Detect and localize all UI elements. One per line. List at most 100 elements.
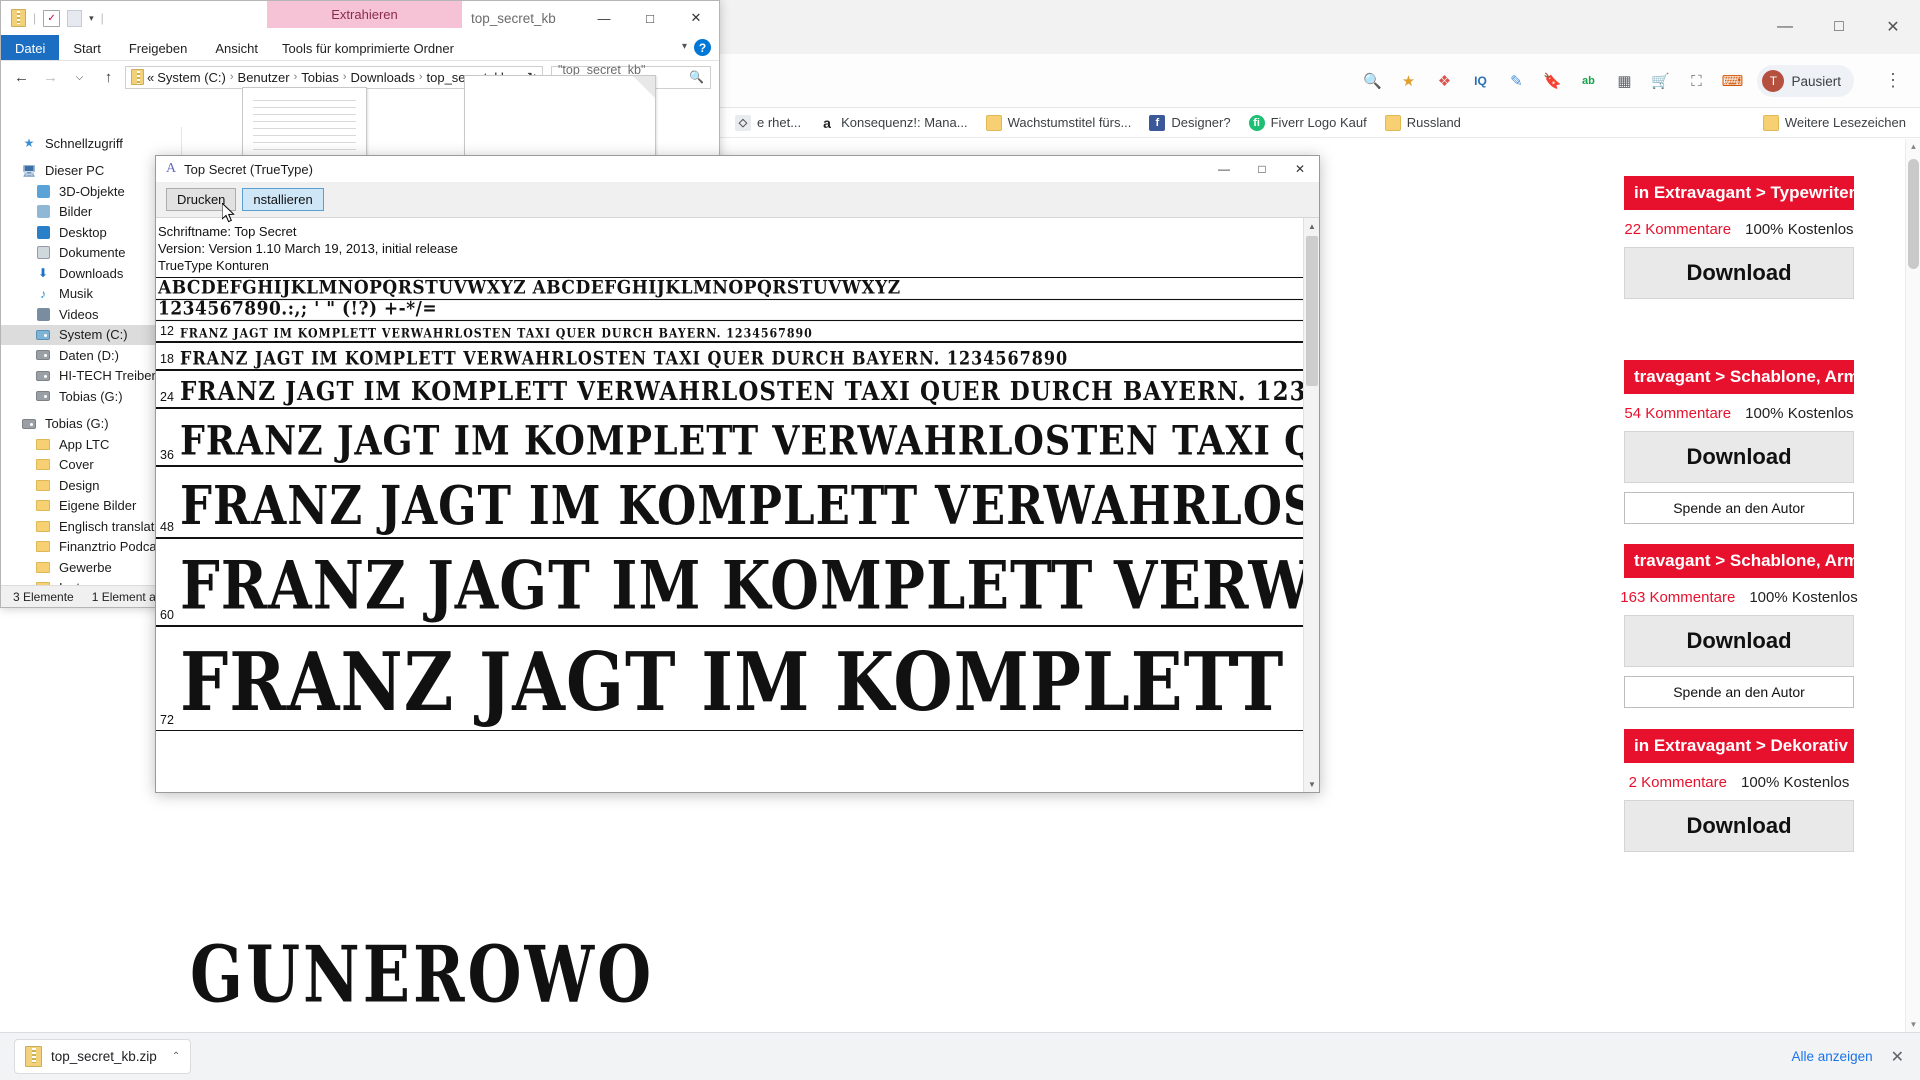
donate-button[interactable]: Spende an den Autor: [1624, 492, 1854, 524]
sidebar-item-bilder[interactable]: Bilder: [1, 202, 181, 223]
sidebar-item-dokumente[interactable]: Dokumente: [1, 243, 181, 264]
scroll-up-icon[interactable]: ▲: [1304, 218, 1320, 234]
up-button[interactable]: ↑: [96, 64, 121, 90]
download-button[interactable]: Download: [1624, 615, 1854, 667]
profile-chip[interactable]: T Pausiert: [1757, 65, 1854, 97]
download-button[interactable]: Download: [1624, 431, 1854, 483]
extension-puzzle-icon[interactable]: ❖: [1433, 70, 1455, 92]
sidebar-item-tobias-g[interactable]: Tobias (G:): [1, 386, 181, 407]
ribbon-tab-ansicht[interactable]: Ansicht: [201, 35, 272, 61]
sidebar-item-system-c[interactable]: System (C:): [1, 324, 181, 345]
print-button[interactable]: Drucken: [166, 188, 237, 211]
font-viewer-maximize-button[interactable]: □: [1243, 156, 1281, 182]
sidebar-item-finanztrio-podcast[interactable]: Finanztrio Podcast: [1, 537, 181, 558]
properties-icon[interactable]: ✓: [43, 9, 61, 27]
ribbon-tab-datei[interactable]: Datei: [1, 35, 60, 61]
bookmark-item[interactable]: ◇ e rhet...: [726, 111, 810, 135]
chevron-up-icon[interactable]: ⌃: [172, 1051, 180, 1062]
comments-count[interactable]: 54 Kommentare: [1624, 405, 1731, 422]
browser-menu-icon[interactable]: ⋮: [1884, 54, 1902, 108]
category-banner[interactable]: travagant > Schablone, Armee: [1624, 360, 1854, 394]
recent-locations-button[interactable]: ⌵: [67, 64, 92, 90]
breadcrumb-item-benutzer[interactable]: Benutzer: [238, 70, 290, 85]
close-downloads-bar-button[interactable]: ✕: [1891, 1047, 1904, 1067]
sidebar-item-daten-d[interactable]: Daten (D:): [1, 345, 181, 366]
bookmark-icon[interactable]: 🔖: [1541, 70, 1563, 92]
star-icon[interactable]: ★: [1397, 70, 1419, 92]
sidebar-item-tobias-g-root[interactable]: Tobias (G:): [1, 414, 181, 435]
install-button[interactable]: nstallieren: [242, 188, 324, 211]
back-button[interactable]: ←: [9, 64, 34, 90]
ribbon-tab-freigeben[interactable]: Freigeben: [115, 35, 202, 61]
sidebar-item-eigene-bilder[interactable]: Eigene Bilder: [1, 496, 181, 517]
zoom-icon[interactable]: 🔍: [1361, 70, 1383, 92]
iq-icon[interactable]: IQ: [1469, 70, 1491, 92]
scroll-down-icon[interactable]: ▼: [1304, 776, 1320, 792]
customize-caret-icon[interactable]: ▾: [89, 13, 94, 24]
show-all-downloads-link[interactable]: Alle anzeigen: [1792, 1049, 1873, 1064]
category-banner[interactable]: in Extravagant > Typewriter: [1624, 176, 1854, 210]
donate-button[interactable]: Spende an den Autor: [1624, 676, 1854, 708]
browser-minimize-button[interactable]: —: [1758, 0, 1812, 54]
ribbon-tab-komprimierte-ordner[interactable]: Tools für komprimierte Ordner: [272, 35, 464, 61]
pen-icon[interactable]: ✎: [1505, 70, 1527, 92]
sidebar-item-app-ltc[interactable]: App LTC: [1, 434, 181, 455]
forward-button[interactable]: →: [38, 64, 63, 90]
bookmark-item[interactable]: Wachstumstitel fürs...: [977, 111, 1141, 135]
bookmark-item[interactable]: a Konsequenz!: Mana...: [810, 111, 976, 135]
sidebar-item-design[interactable]: Design: [1, 475, 181, 496]
download-button[interactable]: Download: [1624, 800, 1854, 852]
explorer-close-button[interactable]: ✕: [673, 1, 719, 35]
explorer-maximize-button[interactable]: □: [627, 1, 673, 35]
font-viewer-minimize-button[interactable]: —: [1205, 156, 1243, 182]
scrollbar-thumb[interactable]: [1908, 159, 1919, 269]
sidebar-item-instagram[interactable]: Instagram: [1, 578, 181, 585]
sidebar-item-gewerbe[interactable]: Gewerbe: [1, 557, 181, 578]
sidebar-item-musik[interactable]: ♪ Musik: [1, 284, 181, 305]
search-icon[interactable]: 🔍: [689, 70, 704, 84]
sidebar-item-desktop[interactable]: Desktop: [1, 222, 181, 243]
other-bookmarks-button[interactable]: Weitere Lesezeichen: [1762, 114, 1906, 131]
sidebar-item-englisch-translate[interactable]: Englisch translate: [1, 516, 181, 537]
sidebar-item-schnellzugriff[interactable]: ★ Schnellzugriff: [1, 133, 181, 154]
font-viewer-scrollbar[interactable]: ▲ ▼: [1303, 218, 1319, 792]
category-banner[interactable]: in Extravagant > Dekorativ: [1624, 729, 1854, 763]
explorer-navigation-pane[interactable]: ★ Schnellzugriff 🖥 Dieser PC 3D-Objekte …: [1, 127, 181, 585]
comments-count[interactable]: 2 Kommentare: [1629, 774, 1727, 791]
category-banner[interactable]: travagant > Schablone, Armee: [1624, 544, 1854, 578]
breadcrumb-item-system[interactable]: System (C:): [157, 70, 226, 85]
sidebar-item-downloads[interactable]: ⬇ Downloads: [1, 263, 181, 284]
fullscreen-icon[interactable]: ⛶: [1685, 70, 1707, 92]
browser-maximize-button[interactable]: □: [1812, 0, 1866, 54]
sidebar-item-videos[interactable]: Videos: [1, 304, 181, 325]
chevron-down-icon[interactable]: ▾: [682, 41, 687, 52]
sidebar-item-cover[interactable]: Cover: [1, 455, 181, 476]
scroll-up-icon[interactable]: ▲: [1906, 139, 1920, 154]
bookmark-item[interactable]: Russland: [1376, 111, 1470, 135]
breadcrumb-item-downloads[interactable]: Downloads: [351, 70, 415, 85]
cart-icon[interactable]: 🛒: [1649, 70, 1671, 92]
eyedropper-icon[interactable]: ⌨: [1721, 70, 1744, 92]
download-item[interactable]: top_secret_kb.zip ⌃: [14, 1039, 192, 1074]
scroll-down-icon[interactable]: ▼: [1906, 1017, 1920, 1032]
ribbon-tab-start[interactable]: Start: [59, 35, 114, 61]
comments-count[interactable]: 22 Kommentare: [1624, 221, 1731, 238]
contextual-ribbon-tab[interactable]: Extrahieren: [267, 1, 462, 28]
help-icon[interactable]: ?: [694, 39, 711, 56]
sidebar-item-hitech-treiber-e[interactable]: HI-TECH Treiber (E:): [1, 366, 181, 387]
font-viewer-close-button[interactable]: ✕: [1281, 156, 1319, 182]
breadcrumb-item-tobias[interactable]: Tobias: [301, 70, 339, 85]
browser-close-button[interactable]: ✕: [1866, 0, 1920, 54]
download-button[interactable]: Download: [1624, 247, 1854, 299]
explorer-minimize-button[interactable]: —: [581, 1, 627, 35]
apps-grid-icon[interactable]: ▦: [1613, 70, 1635, 92]
bookmark-item[interactable]: f Designer?: [1140, 111, 1239, 135]
grammarly-icon[interactable]: ab: [1577, 70, 1599, 92]
scrollbar-thumb[interactable]: [1306, 236, 1318, 386]
undo-icon[interactable]: [67, 9, 83, 27]
sidebar-item-3d-objekte[interactable]: 3D-Objekte: [1, 181, 181, 202]
sidebar-item-dieser-pc[interactable]: 🖥 Dieser PC: [1, 161, 181, 182]
comments-count[interactable]: 163 Kommentare: [1620, 589, 1735, 606]
bookmark-item[interactable]: fi Fiverr Logo Kauf: [1240, 111, 1376, 135]
page-scrollbar[interactable]: ▲ ▼: [1905, 139, 1920, 1080]
